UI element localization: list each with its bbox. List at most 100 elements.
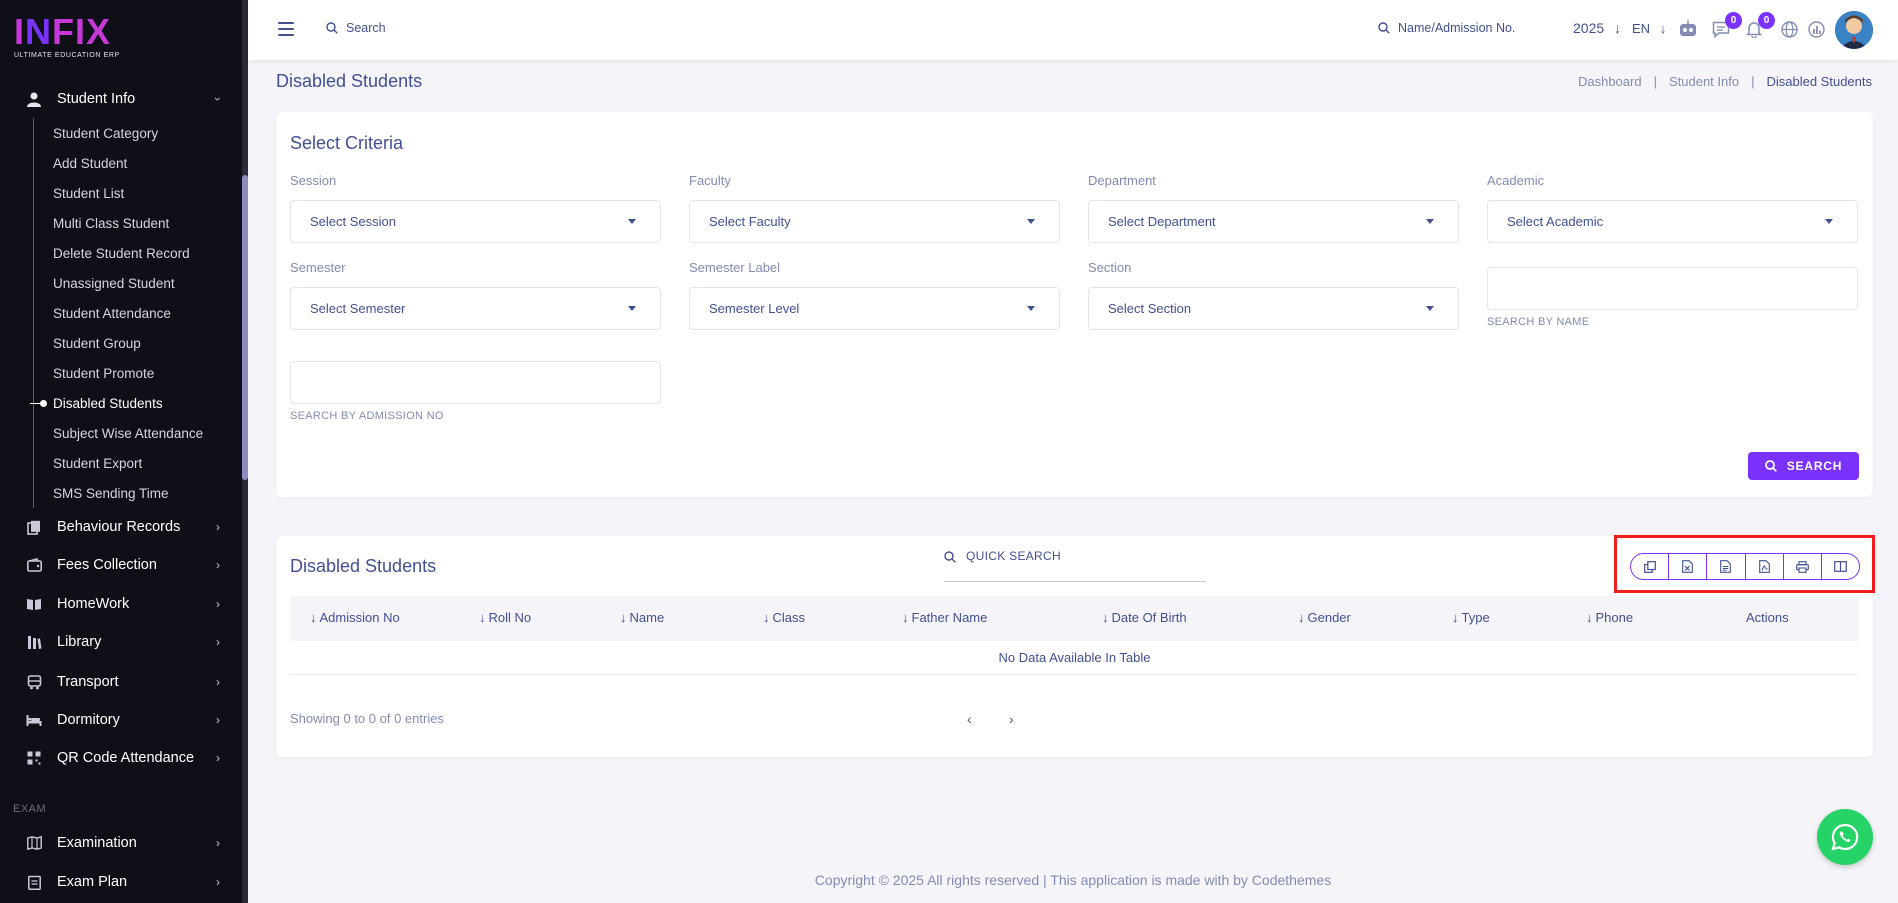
department-select-value: Select Department <box>1108 214 1216 229</box>
semester-label: Semester <box>290 260 346 275</box>
qr-icon <box>26 750 42 766</box>
sidebar-item-dormitory[interactable]: Dormitory › <box>0 703 242 737</box>
sidebar-item-exam-plan[interactable]: Exam Plan › <box>0 865 242 899</box>
student-search[interactable]: Name/Admission No. <box>1378 21 1515 35</box>
chevron-right-icon: › <box>216 558 220 572</box>
search-by-name-input[interactable] <box>1487 267 1858 310</box>
semester-select[interactable]: Select Semester <box>290 287 661 330</box>
avatar[interactable] <box>1835 11 1873 49</box>
sort-arrow-icon: ↓ <box>902 610 909 625</box>
sidebar-item-student-info[interactable]: Student Info › <box>0 82 242 116</box>
logo-tagline: ULTIMATE EDUCATION ERP <box>14 52 120 59</box>
sidebar-subitem-student-promote[interactable]: Student Promote <box>53 364 154 384</box>
table-info: Showing 0 to 0 of 0 entries <box>290 711 444 726</box>
sidebar-scrollbar[interactable] <box>242 0 248 903</box>
search-icon <box>1764 460 1777 472</box>
active-indicator <box>30 400 47 408</box>
year-value: 2025 <box>1573 20 1605 36</box>
search-button[interactable]: SEARCH <box>1748 452 1859 480</box>
menu-toggle-icon[interactable] <box>278 22 294 36</box>
breadcrumb: Dashboard | Student Info | Disabled Students <box>1577 74 1872 89</box>
sidebar-item-qr-code-attendance[interactable]: QR Code Attendance › <box>0 741 242 775</box>
sidebar-subitem-student-attendance[interactable]: Student Attendance <box>53 304 171 324</box>
csv-button[interactable] <box>1707 554 1746 579</box>
year-selector[interactable]: 2025 ↓ <box>1573 20 1621 36</box>
column-label: Phone <box>1595 610 1634 625</box>
next-page-icon[interactable]: › <box>1009 711 1014 727</box>
chevron-right-icon: › <box>216 635 220 649</box>
sidebar-item-behaviour-records[interactable]: Behaviour Records › <box>0 510 242 544</box>
column-roll-no[interactable]: ↓ Roll No <box>479 610 531 625</box>
sidebar-item-label: Fees Collection <box>57 557 157 573</box>
sidebar-subitem-add-student[interactable]: Add Student <box>53 154 127 174</box>
previous-page-icon[interactable]: ‹ <box>967 711 972 727</box>
copy-button[interactable] <box>1631 554 1670 579</box>
columns-button[interactable] <box>1822 554 1859 579</box>
department-select[interactable]: Select Department <box>1088 200 1459 243</box>
sidebar-item-library[interactable]: Library › <box>0 625 242 659</box>
excel-button[interactable] <box>1669 554 1708 579</box>
sidebar-subitem-multi-class-student[interactable]: Multi Class Student <box>53 214 169 234</box>
academic-select[interactable]: Select Academic <box>1487 200 1858 243</box>
language-selector[interactable]: EN ↓ <box>1632 21 1666 36</box>
chat-icon[interactable]: 0 <box>1710 12 1742 40</box>
print-button[interactable] <box>1784 554 1822 579</box>
search-icon <box>944 551 956 563</box>
quick-search-input[interactable]: QUICK SEARCH <box>944 549 1206 582</box>
wallet-icon <box>26 557 42 573</box>
column-label: Admission No <box>319 610 400 625</box>
copy-icon <box>1643 560 1656 573</box>
bell-icon[interactable]: 0 <box>1743 12 1775 40</box>
brand-logo[interactable]: INFIX ULTIMATE EDUCATION ERP <box>14 14 134 64</box>
semester-label-select[interactable]: Semester Level <box>689 287 1060 330</box>
sidebar-item-examination[interactable]: Examination › <box>0 826 242 860</box>
sidebar-subitem-disabled-students[interactable]: Disabled Students <box>53 394 163 414</box>
column-label: Father Name <box>911 610 988 625</box>
column-phone[interactable]: ↓ Phone <box>1586 610 1633 625</box>
map-icon <box>26 835 42 851</box>
column-type[interactable]: ↓ Type <box>1452 610 1490 625</box>
faculty-select[interactable]: Select Faculty <box>689 200 1060 243</box>
column-date-of-birth[interactable]: ↓ Date Of Birth <box>1102 610 1187 625</box>
column-name[interactable]: ↓ Name <box>620 610 664 625</box>
column-admission-no[interactable]: ↓ Admission No <box>310 610 400 625</box>
search-by-admission-input[interactable] <box>290 361 661 404</box>
excel-icon <box>1682 560 1694 573</box>
sidebar-subitem-subject-wise-attendance[interactable]: Subject Wise Attendance <box>53 424 203 444</box>
sidebar-subitem-sms-sending-time[interactable]: SMS Sending Time <box>53 484 169 504</box>
sidebar-subitem-student-list[interactable]: Student List <box>53 184 124 204</box>
chevron-right-icon: › <box>216 836 220 850</box>
sidebar-subitem-student-category[interactable]: Student Category <box>53 124 158 144</box>
sort-arrow-icon: ↓ <box>1586 610 1593 625</box>
globe-icon[interactable] <box>1778 18 1800 40</box>
sidebar-subitem-student-export[interactable]: Student Export <box>53 454 142 474</box>
sort-arrow-icon: ↓ <box>763 610 770 625</box>
sidebar-item-homework[interactable]: HomeWork › <box>0 587 242 621</box>
breadcrumb-student-info[interactable]: Student Info <box>1669 74 1739 89</box>
column-label: Gender <box>1307 610 1351 625</box>
menu-search[interactable]: Search <box>326 21 386 35</box>
sidebar-subitem-unassigned-student[interactable]: Unassigned Student <box>53 274 175 294</box>
criteria-title: Select Criteria <box>290 133 404 153</box>
column-gender[interactable]: ↓ Gender <box>1298 610 1351 625</box>
session-select[interactable]: Select Session <box>290 200 661 243</box>
breadcrumb-dashboard[interactable]: Dashboard <box>1578 74 1642 89</box>
column-father-name[interactable]: ↓ Father Name <box>902 610 987 625</box>
sidebar-subitem-delete-student-record[interactable]: Delete Student Record <box>53 244 190 264</box>
sidebar-scrollbar-thumb[interactable] <box>242 175 248 480</box>
sidebar-item-fees-collection[interactable]: Fees Collection › <box>0 548 242 582</box>
robot-icon[interactable] <box>1677 18 1699 40</box>
section-select[interactable]: Select Section <box>1088 287 1459 330</box>
sidebar-item-label: Transport <box>57 674 119 690</box>
whatsapp-button[interactable] <box>1817 809 1873 865</box>
caret-down-icon <box>1027 306 1035 311</box>
sidebar-item-transport[interactable]: Transport › <box>0 665 242 699</box>
column-class[interactable]: ↓ Class <box>763 610 805 625</box>
chart-icon[interactable] <box>1805 18 1827 40</box>
pdf-button[interactable] <box>1746 554 1784 579</box>
chevron-right-icon: › <box>216 675 220 689</box>
book-icon <box>26 596 42 612</box>
sidebar-subitem-student-group[interactable]: Student Group <box>53 334 141 354</box>
sidebar-item-label: HomeWork <box>57 596 130 612</box>
column-actions: Actions <box>1746 610 1789 625</box>
